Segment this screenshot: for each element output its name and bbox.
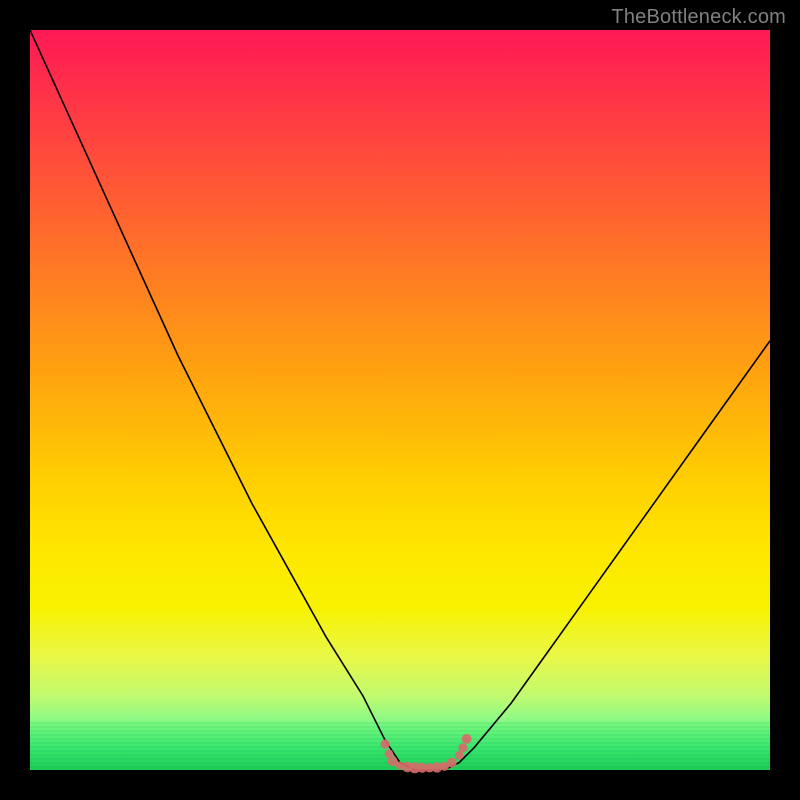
marker-point — [447, 758, 457, 768]
plot-area — [30, 30, 770, 770]
curve-layer — [30, 30, 770, 770]
marker-point — [462, 734, 472, 744]
watermark-text: TheBottleneck.com — [611, 6, 786, 29]
chart-frame: TheBottleneck.com — [0, 0, 800, 800]
bottleneck-curve — [30, 30, 770, 770]
marker-point — [381, 739, 390, 748]
marker-point — [458, 743, 467, 752]
